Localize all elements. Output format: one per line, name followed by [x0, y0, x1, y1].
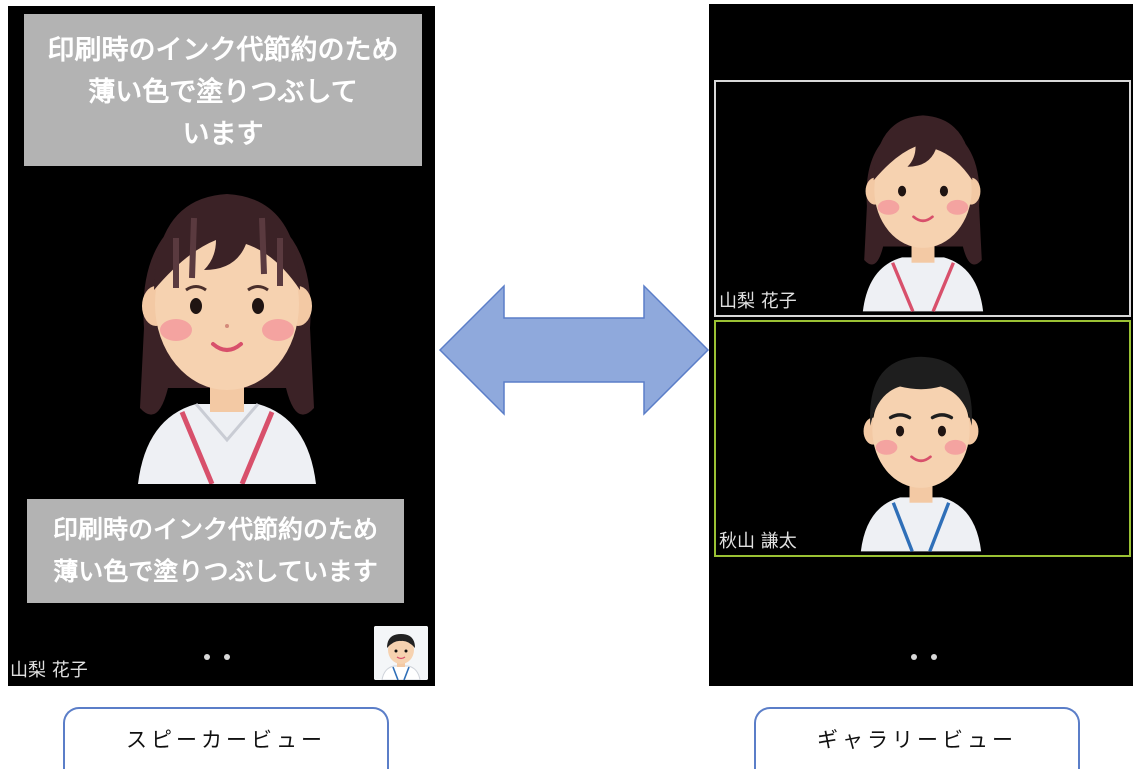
overlay-note-top: 印刷時のインク代節約のため 薄い色で塗りつぶして います	[24, 14, 422, 166]
participant-name-label: 山梨 花子	[719, 291, 797, 312]
participant-name-label: 秋山 謙太	[719, 531, 797, 552]
female-avatar-icon	[862, 115, 984, 313]
overlay-line: います	[182, 119, 264, 150]
overlay-line: 薄い色で塗りつぶして	[88, 77, 358, 108]
page-dot	[224, 654, 230, 660]
page-indicator[interactable]	[911, 654, 937, 660]
male-avatar-icon	[374, 626, 428, 680]
self-view-thumbnail[interactable]	[374, 626, 428, 680]
overlay-note-bottom: 印刷時のインク代節約のため 薄い色で塗りつぶしています	[27, 499, 404, 603]
page-dot	[931, 654, 937, 660]
double-arrow-icon	[438, 284, 710, 416]
speaker-name-label: 山梨 花子	[10, 660, 88, 681]
speaker-view-caption: スピーカービュー	[63, 707, 389, 769]
overlay-line: 薄い色で塗りつぶしています	[53, 557, 378, 586]
page-dot	[204, 654, 210, 660]
overlay-line: 印刷時のインク代節約のため	[47, 35, 399, 66]
female-avatar-icon	[138, 194, 316, 484]
gallery-view-screen: 山梨 花子 秋山 謙太	[709, 4, 1133, 686]
view-switch-arrow	[438, 284, 710, 416]
participant-tile[interactable]: 山梨 花子	[714, 80, 1131, 317]
overlay-line: 印刷時のインク代節約のため	[52, 515, 378, 544]
gallery-view-caption: ギャラリービュー	[754, 707, 1080, 769]
page-dot	[911, 654, 917, 660]
speaker-view-screen: 印刷時のインク代節約のため 薄い色で塗りつぶして います 印刷時のインク代節約の…	[8, 6, 435, 686]
male-avatar-icon	[860, 356, 982, 552]
participant-tile-active-speaker[interactable]: 秋山 謙太	[714, 320, 1131, 557]
page-indicator[interactable]	[204, 654, 230, 660]
